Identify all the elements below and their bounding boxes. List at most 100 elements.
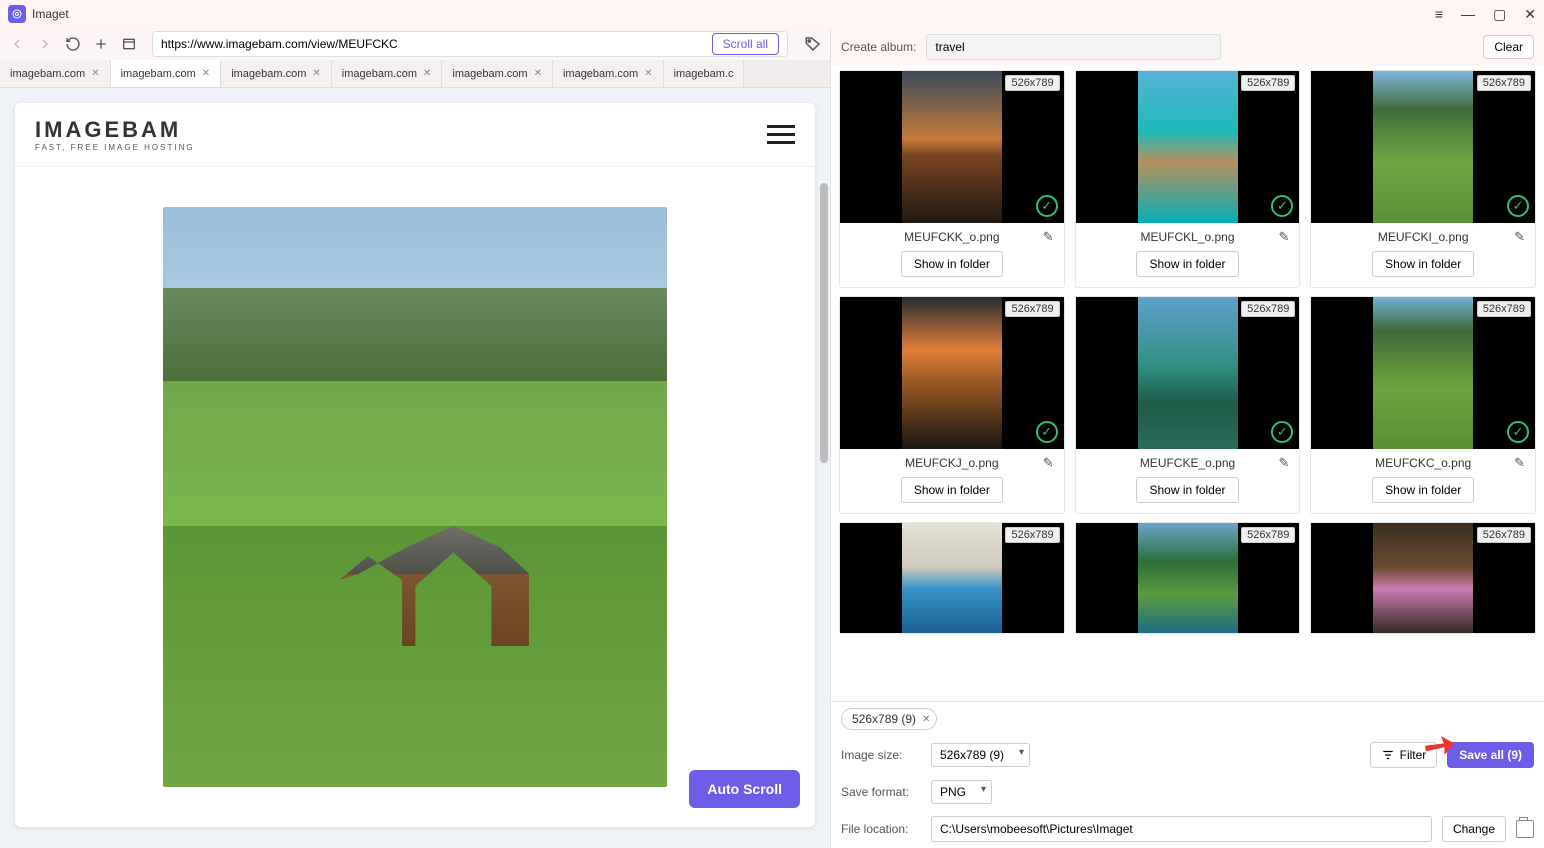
- tab-label: imagebam.com: [342, 68, 417, 80]
- edit-icon[interactable]: ✎: [1278, 229, 1289, 245]
- check-icon: ✓: [1036, 195, 1058, 217]
- url-input[interactable]: [161, 37, 708, 51]
- show-in-folder-button[interactable]: Show in folder: [1372, 251, 1474, 277]
- logo-subtitle: FAST, FREE IMAGE HOSTING: [35, 143, 195, 152]
- thumbnail-card[interactable]: 526x789: [1075, 522, 1301, 634]
- thumbnail-card[interactable]: 526x789✓ MEUFCKC_o.png ✎ Show in folder: [1310, 296, 1536, 514]
- tab[interactable]: imagebam.com ✕: [332, 60, 443, 87]
- thumbnail-image: 526x789: [1311, 523, 1535, 633]
- tab[interactable]: imagebam.com✕: [0, 60, 111, 87]
- save-all-button[interactable]: Save all (9): [1447, 742, 1534, 768]
- refresh-icon[interactable]: [64, 35, 82, 53]
- create-album-label: Create album:: [841, 40, 916, 54]
- show-in-folder-button[interactable]: Show in folder: [1372, 477, 1474, 503]
- hamburger-icon[interactable]: [767, 125, 795, 144]
- dimension-badge: 526x789: [1477, 75, 1531, 91]
- show-in-folder-button[interactable]: Show in folder: [901, 477, 1003, 503]
- newtab-icon[interactable]: [92, 35, 110, 53]
- sidebar-header: Create album: Clear: [831, 28, 1544, 66]
- filter-button[interactable]: Filter: [1370, 742, 1438, 768]
- tab[interactable]: imagebam.com ✕: [442, 60, 553, 87]
- image-size-label: Image size:: [841, 748, 921, 762]
- url-bar[interactable]: Scroll all: [152, 31, 788, 57]
- album-input[interactable]: [926, 34, 1221, 60]
- tab[interactable]: imagebam.com ✕: [111, 60, 222, 87]
- check-icon: ✓: [1271, 421, 1293, 443]
- file-location-label: File location:: [841, 822, 921, 836]
- show-in-folder-button[interactable]: Show in folder: [901, 251, 1003, 277]
- edit-icon[interactable]: ✎: [1514, 229, 1525, 245]
- scrollbar[interactable]: [820, 183, 828, 463]
- close-icon[interactable]: ✕: [1524, 6, 1536, 23]
- tab-label: imagebam.c: [674, 68, 734, 80]
- size-chip[interactable]: 526x789 (9) ✕: [841, 708, 937, 730]
- tab[interactable]: imagebam.c: [664, 60, 745, 87]
- window-icon[interactable]: [120, 35, 138, 53]
- edit-icon[interactable]: ✎: [1043, 455, 1054, 471]
- tab-close-icon[interactable]: ✕: [202, 68, 210, 79]
- tab-label: imagebam.com: [231, 68, 306, 80]
- maximize-icon[interactable]: ▢: [1493, 6, 1506, 23]
- file-location-input[interactable]: [931, 816, 1432, 842]
- thumbnail-card[interactable]: 526x789✓MEUFCKL_o.png✎ Show in folder: [1075, 70, 1301, 288]
- tab-close-icon[interactable]: ✕: [644, 68, 652, 79]
- folder-icon[interactable]: [1516, 820, 1534, 838]
- forward-icon[interactable]: [36, 35, 54, 53]
- tab[interactable]: imagebam.com ✕: [221, 60, 332, 87]
- app-title: Imaget: [32, 7, 69, 21]
- auto-scroll-button[interactable]: Auto Scroll: [689, 770, 800, 808]
- edit-icon[interactable]: ✎: [1043, 229, 1054, 245]
- thumbnail-card[interactable]: 526x789✓MEUFCKI_o.png✎ Show in folder: [1310, 70, 1536, 288]
- titlebar: Imaget ≡ — ▢ ✕: [0, 0, 1544, 28]
- change-button[interactable]: Change: [1442, 816, 1506, 842]
- thumbnail-card[interactable]: 526x789✓MEUFCKE_o.png✎ Show in folder: [1075, 296, 1301, 514]
- chip-remove-icon[interactable]: ✕: [922, 714, 930, 725]
- browser-toolbar: Scroll all: [0, 28, 830, 60]
- filename: MEUFCKC_o.png: [1375, 456, 1471, 470]
- thumbnail-card[interactable]: 526x789: [839, 522, 1065, 634]
- menu-icon[interactable]: ≡: [1435, 6, 1443, 22]
- minimize-icon[interactable]: —: [1461, 6, 1475, 22]
- dimension-badge: 526x789: [1241, 301, 1295, 317]
- thumbnail-image: 526x789✓: [840, 71, 1064, 223]
- tab-close-icon[interactable]: ✕: [534, 68, 542, 79]
- check-icon: ✓: [1036, 421, 1058, 443]
- thumbnail-image: 526x789✓: [1311, 297, 1535, 449]
- scroll-all-button[interactable]: Scroll all: [712, 33, 779, 55]
- dimension-badge: 526x789: [1477, 301, 1531, 317]
- filename: MEUFCKJ_o.png: [905, 456, 998, 470]
- logo-text: IMAGEBAM: [35, 117, 195, 143]
- tab-label: imagebam.com: [452, 68, 527, 80]
- clear-button[interactable]: Clear: [1483, 35, 1534, 59]
- show-in-folder-button[interactable]: Show in folder: [1136, 251, 1238, 277]
- save-format-select[interactable]: PNG: [931, 780, 992, 804]
- tag-icon[interactable]: [804, 35, 822, 53]
- sidebar-footer: 526x789 (9) ✕ Image size: 526x789 (9) Fi…: [831, 701, 1544, 848]
- tab-close-icon[interactable]: ✕: [423, 68, 431, 79]
- tab-label: imagebam.com: [563, 68, 638, 80]
- edit-icon[interactable]: ✎: [1514, 455, 1525, 471]
- chip-label: 526x789 (9): [852, 712, 916, 726]
- thumbnail-image: 526x789: [840, 523, 1064, 633]
- tab-close-icon[interactable]: ✕: [91, 68, 99, 79]
- check-icon: ✓: [1507, 195, 1529, 217]
- filename: MEUFCKK_o.png: [904, 230, 999, 244]
- thumbnail-card[interactable]: 526x789✓MEUFCKJ_o.png✎ Show in folder: [839, 296, 1065, 514]
- page-content: IMAGEBAM FAST, FREE IMAGE HOSTING Auto S…: [0, 88, 830, 848]
- save-format-label: Save format:: [841, 785, 921, 799]
- show-in-folder-button[interactable]: Show in folder: [1136, 477, 1238, 503]
- image-size-select[interactable]: 526x789 (9): [931, 743, 1030, 767]
- tab[interactable]: imagebam.com ✕: [553, 60, 664, 87]
- dimension-badge: 526x789: [1005, 527, 1059, 543]
- edit-icon[interactable]: ✎: [1278, 455, 1289, 471]
- thumbnail-grid: 526x789✓MEUFCKK_o.png✎ Show in folder 52…: [831, 66, 1544, 701]
- thumbnail-image: 526x789: [1076, 523, 1300, 633]
- tab-label: imagebam.com: [121, 68, 196, 80]
- tab-close-icon[interactable]: ✕: [312, 68, 320, 79]
- thumbnail-card[interactable]: 526x789: [1310, 522, 1536, 634]
- filter-label: Filter: [1400, 748, 1427, 762]
- tabs-row: imagebam.com ✕ imagebam.com ✕ imagebam.com…: [0, 60, 830, 88]
- thumbnail-card[interactable]: 526x789✓ MEUFCKK_o.png ✎ Show in folder: [839, 70, 1065, 288]
- back-icon[interactable]: [8, 35, 26, 53]
- filename: MEUFCKL_o.png: [1140, 230, 1234, 244]
